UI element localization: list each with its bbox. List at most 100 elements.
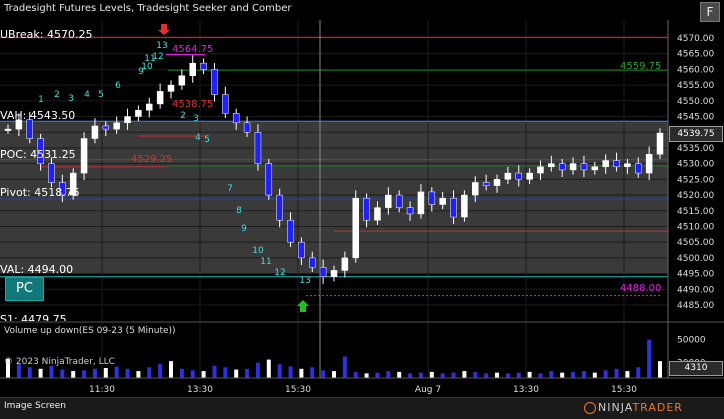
volume-bar xyxy=(484,373,489,378)
volume-bar xyxy=(625,371,630,378)
candle-body xyxy=(526,172,533,180)
volume-bar xyxy=(332,371,336,378)
volume-bar xyxy=(223,367,228,378)
volume-bar xyxy=(266,359,271,378)
volume-bar xyxy=(516,372,521,378)
candle-body xyxy=(243,122,251,133)
volume-bar xyxy=(408,373,413,378)
candle-body xyxy=(482,182,490,186)
image-screen-tab[interactable]: Image Screen xyxy=(4,401,66,411)
price-tick-label: 4535.00 xyxy=(677,144,714,154)
comber-count-label: 10 xyxy=(252,246,264,256)
pc-button[interactable]: PC xyxy=(5,277,44,301)
price-tick-label: 4490.00 xyxy=(677,285,714,295)
volume-bar xyxy=(92,368,97,378)
volume-bar xyxy=(190,370,195,378)
ninjatrader-logo: NINJATRADER xyxy=(598,401,683,414)
volume-bar xyxy=(321,370,326,378)
candle-body xyxy=(656,132,664,155)
comber-count-label: 2 xyxy=(54,90,60,100)
candle-body xyxy=(461,194,468,218)
volume-bar xyxy=(451,372,456,378)
seeker-high-label: 4564.75 xyxy=(172,44,214,55)
comber-count-label: 1 xyxy=(38,95,44,105)
volume-bar xyxy=(299,368,304,378)
volume-bar xyxy=(288,366,293,378)
candle-body xyxy=(341,257,349,271)
volume-bar xyxy=(255,362,260,378)
f-button[interactable]: F xyxy=(700,2,720,22)
volume-bar xyxy=(234,369,239,378)
candle-body xyxy=(515,172,522,180)
price-chart[interactable]: 4570.00 4565.00 4560.00 4555.00 4550.00 4545.… xyxy=(0,0,724,418)
comber-count-label: 3 xyxy=(68,94,74,104)
candle-body xyxy=(102,125,110,130)
price-tick-label: 4555.00 xyxy=(677,81,714,91)
candle-body xyxy=(374,207,381,221)
candle-body xyxy=(319,267,327,277)
comber-count-label: 3 xyxy=(193,114,199,124)
comber-count-label: 5 xyxy=(204,135,210,145)
comber-count-label: 11 xyxy=(260,257,271,267)
candle-body xyxy=(265,163,273,196)
candle-body xyxy=(178,75,186,86)
volume-bar xyxy=(27,367,32,378)
comber-count-label: 4 xyxy=(84,90,90,100)
volume-bar xyxy=(82,370,87,378)
comber-count-label: 6 xyxy=(115,81,121,91)
candle-body xyxy=(417,191,425,215)
comber-count-label: 2 xyxy=(180,111,186,121)
price-tick-label: 4495.00 xyxy=(677,270,714,280)
candle-body xyxy=(580,163,588,171)
candle-body xyxy=(395,194,403,208)
volume-bar xyxy=(571,371,576,378)
candle-body xyxy=(406,207,414,215)
volume-bar xyxy=(473,371,478,378)
candle-body xyxy=(569,163,577,171)
price-tick-label: 4560.00 xyxy=(677,65,714,75)
candle-body xyxy=(298,241,305,259)
volume-bar xyxy=(71,371,76,378)
comber-count-label: 4 xyxy=(195,133,201,143)
volume-bar xyxy=(538,373,543,378)
price-tick-label: 4515.00 xyxy=(677,207,714,217)
ubreak-label: UBreak: 4570.25 xyxy=(0,28,93,41)
volume-bar xyxy=(549,371,554,378)
candle-body xyxy=(4,128,12,131)
logo-ninja: NINJA xyxy=(598,401,633,414)
pivot-label: Pivot: 4518.75 xyxy=(0,186,80,199)
comber-count-label: 5 xyxy=(98,90,104,100)
candle-body xyxy=(26,119,33,139)
comber-count-label: 12 xyxy=(274,268,285,278)
candle-body xyxy=(472,182,479,196)
candle-body xyxy=(613,160,620,168)
price-tick-label: 4550.00 xyxy=(677,97,714,107)
volume-bar xyxy=(114,366,119,378)
volume-bar xyxy=(169,361,173,378)
volume-bar xyxy=(614,368,619,378)
val-label: VAL: 4494.00 xyxy=(0,263,74,276)
volume-bar xyxy=(136,371,141,378)
candle-body xyxy=(200,62,207,70)
volume-bar xyxy=(592,372,597,378)
price-tick-label: 4500.00 xyxy=(677,254,714,264)
candle-body xyxy=(635,163,642,174)
candle-body xyxy=(211,69,218,95)
comber-count-label: 13 xyxy=(299,276,310,286)
candle-body xyxy=(91,125,99,139)
comber-count-label: 12 xyxy=(152,52,163,62)
price-tick-label: 4530.00 xyxy=(677,160,714,170)
volume-tick-label: 50000 xyxy=(677,336,706,346)
volume-bar xyxy=(440,373,445,378)
chart-title: Tradesight Futures Levels, Tradesight Se… xyxy=(4,3,292,14)
price-tick-label: 4505.00 xyxy=(677,238,714,248)
volume-bar xyxy=(158,364,163,378)
candle-body xyxy=(493,179,501,186)
volume-bar xyxy=(658,361,662,378)
seeker-red-label: 4529.25 xyxy=(131,154,173,165)
current-volume-marker: 4310 xyxy=(669,361,723,376)
s1-label: S1: 4479.75 xyxy=(0,313,67,321)
seeker-red2-label: 4538.75 xyxy=(172,99,214,110)
volume-bar xyxy=(429,371,434,378)
volume-bar xyxy=(179,368,184,378)
